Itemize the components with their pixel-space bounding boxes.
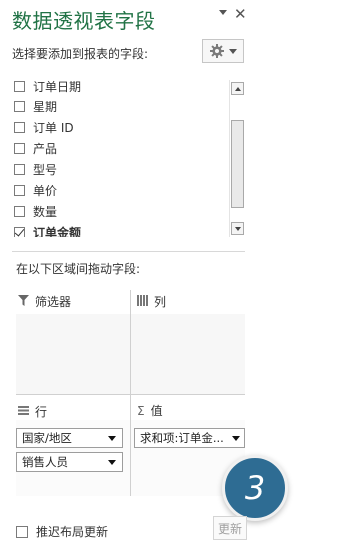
pane-title: 数据透视表字段 — [12, 9, 156, 33]
filters-drop-zone[interactable] — [16, 314, 130, 394]
checkbox-checked[interactable] — [14, 226, 25, 237]
chevron-down-icon — [228, 48, 237, 54]
checkbox[interactable] — [16, 525, 28, 538]
field-list-scrollbar[interactable] — [229, 80, 245, 237]
field-item-weekday[interactable]: 星期 — [14, 96, 57, 116]
filter-icon — [18, 294, 29, 309]
field-item-order-amount[interactable]: 订单金额 — [14, 222, 81, 237]
checkbox[interactable] — [14, 163, 25, 175]
drag-instruction: 在以下区域间拖动字段: — [16, 262, 141, 276]
filters-label-text: 筛选器 — [35, 295, 72, 309]
choose-fields-label: 选择要添加到报表的字段: — [12, 47, 149, 61]
field-item-product[interactable]: 产品 — [14, 138, 57, 158]
chevron-down-icon[interactable] — [232, 435, 240, 441]
filters-area-label: 筛选器 — [18, 293, 71, 310]
checkbox[interactable] — [14, 142, 25, 154]
field-label: 型号 — [33, 162, 58, 177]
field-label: 星期 — [33, 99, 58, 114]
scroll-thumb[interactable] — [231, 120, 244, 208]
rows-area-label: 行 — [18, 403, 47, 420]
close-icon[interactable]: ✕ — [234, 5, 247, 23]
value-field-label: 求和项:订单金... — [140, 431, 224, 445]
row-field-label: 国家/地区 — [22, 431, 72, 445]
field-label: 数量 — [33, 204, 58, 219]
chevron-down-icon[interactable] — [219, 10, 227, 15]
defer-layout-label: 推迟布局更新 — [36, 525, 109, 539]
row-field-label: 销售人员 — [22, 455, 68, 469]
rows-icon — [18, 405, 29, 419]
field-label: 订单日期 — [33, 80, 82, 94]
defer-layout-update[interactable]: 推迟布局更新 — [16, 523, 108, 540]
tools-button[interactable] — [202, 39, 244, 63]
section-divider — [12, 251, 245, 252]
value-field-order-amount[interactable]: 求和项:订单金... — [134, 428, 245, 448]
values-area-label: Σ 值 — [137, 402, 163, 419]
field-item-model[interactable]: 型号 — [14, 159, 57, 179]
rows-label-text: 行 — [35, 405, 48, 419]
field-item-order-date[interactable]: 订单日期 — [14, 80, 81, 96]
row-field-salesperson[interactable]: 销售人员 — [16, 452, 123, 472]
columns-label-text: 列 — [154, 295, 167, 309]
checkbox[interactable] — [14, 184, 25, 196]
columns-drop-zone[interactable] — [131, 314, 245, 394]
field-label: 产品 — [33, 141, 58, 156]
row-field-country[interactable]: 国家/地区 — [16, 428, 123, 448]
scroll-up-button[interactable] — [231, 82, 244, 95]
checkbox[interactable] — [14, 121, 25, 133]
update-button[interactable]: 更新 — [213, 516, 247, 540]
field-list[interactable]: 订单日期 星期 订单 ID 产品 型号 单价 数量 订单金额 — [12, 80, 245, 237]
checkbox[interactable] — [14, 205, 25, 217]
columns-area-label: 列 — [137, 293, 166, 310]
field-label: 订单 ID — [33, 120, 74, 135]
area-divider-vertical — [130, 290, 131, 496]
scroll-down-button[interactable] — [231, 222, 244, 235]
gear-icon — [209, 44, 224, 58]
arrow-up-icon — [234, 86, 241, 91]
field-item-quantity[interactable]: 数量 — [14, 201, 57, 221]
step-number-badge: 3 — [222, 455, 288, 521]
field-label: 单价 — [33, 183, 58, 198]
field-item-order-id[interactable]: 订单 ID — [14, 117, 74, 137]
checkbox[interactable] — [14, 100, 25, 112]
field-label: 订单金额 — [33, 225, 82, 238]
chevron-down-icon[interactable] — [108, 435, 116, 441]
columns-icon — [137, 294, 148, 309]
sigma-icon: Σ — [137, 403, 145, 418]
arrow-down-icon — [234, 226, 241, 231]
chevron-down-icon[interactable] — [108, 459, 116, 465]
values-label-text: 值 — [150, 404, 163, 418]
checkbox[interactable] — [14, 80, 25, 92]
field-item-unit-price[interactable]: 单价 — [14, 180, 57, 200]
area-divider-horizontal — [16, 394, 245, 395]
